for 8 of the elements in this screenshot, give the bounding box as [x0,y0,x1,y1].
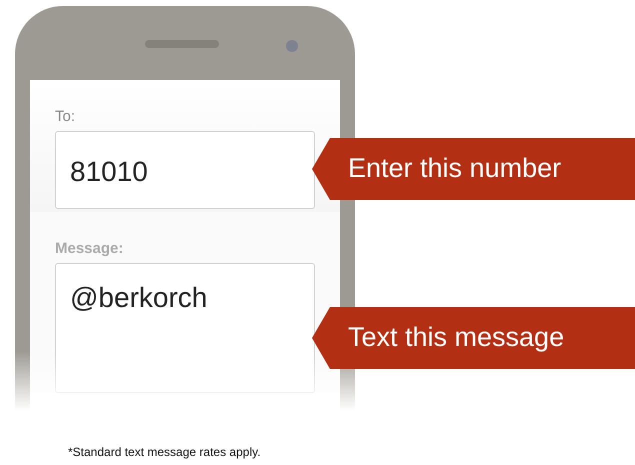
camera-lens [286,40,298,52]
message-label: Message: [55,240,124,257]
callout-banner: Enter this number [312,138,635,200]
recipient-field[interactable]: 81010 [55,131,315,209]
footnote: *Standard text message rates apply. [68,445,261,459]
message-field[interactable]: @berkorch [55,263,315,393]
to-label: To: [55,108,76,125]
callout-banner: Text this message [312,307,635,369]
